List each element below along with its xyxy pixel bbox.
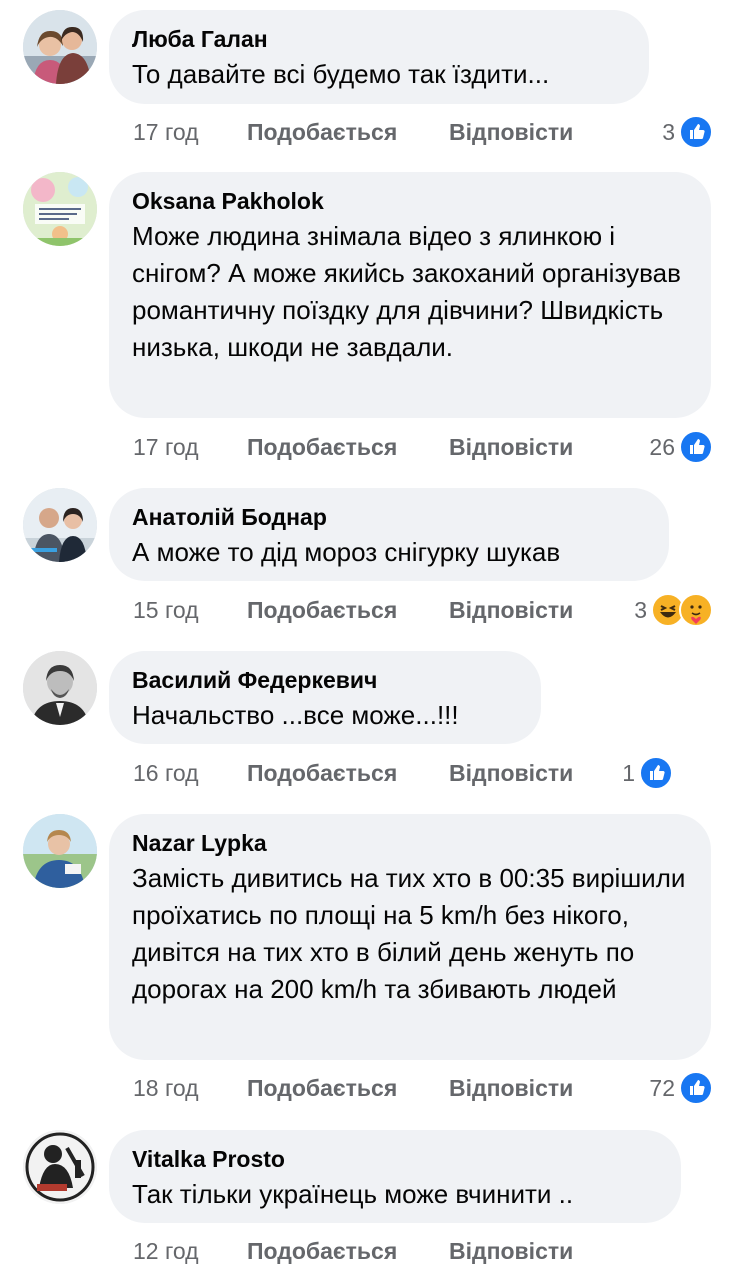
comment-text: То давайте всі будемо так їздити... xyxy=(132,59,550,89)
like-button[interactable]: Подобається xyxy=(247,115,397,149)
avatar[interactable] xyxy=(23,10,97,84)
comment-timestamp[interactable]: 18 год xyxy=(133,1071,199,1105)
reaction-summary[interactable]: 26 xyxy=(649,430,713,464)
reply-button[interactable]: Відповісти xyxy=(449,430,573,464)
comment-bubble: Oksana Pakholok Може людина знімала віде… xyxy=(109,172,711,418)
comment-timestamp[interactable]: 15 год xyxy=(133,593,199,627)
comment-text: Замість дивитись на тих хто в 00:35 вирі… xyxy=(132,863,686,1004)
reply-button[interactable]: Відповісти xyxy=(449,1234,573,1268)
reaction-summary[interactable]: 72 xyxy=(649,1071,713,1105)
reaction-summary[interactable]: 3 xyxy=(662,115,713,149)
comment-author[interactable]: Oksana Pakholok xyxy=(132,186,689,216)
comment-author[interactable]: Анатолій Боднар xyxy=(132,502,647,532)
avatar[interactable] xyxy=(23,814,97,888)
like-button[interactable]: Подобається xyxy=(247,593,397,627)
comment-timestamp[interactable]: 16 год xyxy=(133,756,199,790)
avatar[interactable] xyxy=(23,1130,97,1204)
comment-bubble: Vitalka Prosto Так тільки українець може… xyxy=(109,1130,681,1223)
reply-button[interactable]: Відповісти xyxy=(449,756,573,790)
comments-thread: Люба Галан То давайте всі будемо так їзд… xyxy=(0,0,733,1280)
like-icon xyxy=(679,115,713,149)
comment-author[interactable]: Vitalka Prosto xyxy=(132,1144,659,1174)
like-button[interactable]: Подобається xyxy=(247,1234,397,1268)
comment-bubble: Люба Галан То давайте всі будемо так їзд… xyxy=(109,10,649,104)
comment-author[interactable]: Люба Галан xyxy=(132,24,627,54)
avatar[interactable] xyxy=(23,172,97,246)
comment-timestamp[interactable]: 12 год xyxy=(133,1234,199,1268)
comment-text: А може то дід мороз снігурку шукав xyxy=(132,537,561,567)
comment-meta: 18 год Подобається Відповісти 72 xyxy=(133,1071,713,1105)
comment-meta: 17 год Подобається Відповісти 26 xyxy=(133,430,713,464)
care-icon xyxy=(679,593,713,627)
reaction-count: 3 xyxy=(634,597,647,623)
reply-button[interactable]: Відповісти xyxy=(449,115,573,149)
comment-bubble: Василий Федеркевич Начальство ...все мож… xyxy=(109,651,541,744)
like-button[interactable]: Подобається xyxy=(247,430,397,464)
like-icon xyxy=(679,1071,713,1105)
comment-author[interactable]: Василий Федеркевич xyxy=(132,665,519,695)
comment-author[interactable]: Nazar Lypka xyxy=(132,828,689,858)
comment-timestamp[interactable]: 17 год xyxy=(133,115,199,149)
reaction-count: 3 xyxy=(662,119,675,145)
comment-bubble: Nazar Lypka Замість дивитись на тих хто … xyxy=(109,814,711,1060)
reply-button[interactable]: Відповісти xyxy=(449,1071,573,1105)
comment-meta: 15 год Подобається Відповісти 3 xyxy=(133,593,713,627)
comment-text: Може людина знімала відео з ялинкою і сн… xyxy=(132,221,681,362)
comment-text: Так тільки українець може вчинити .. xyxy=(132,1179,574,1209)
reaction-summary[interactable]: 1 xyxy=(622,756,673,790)
reaction-count: 1 xyxy=(622,760,635,786)
comment-timestamp[interactable]: 17 год xyxy=(133,430,199,464)
comment-meta: 17 год Подобається Відповісти 3 xyxy=(133,115,713,149)
like-icon xyxy=(679,430,713,464)
like-icon xyxy=(639,756,673,790)
comment-meta: 16 год Подобається Відповісти 1 xyxy=(133,756,713,790)
reaction-count: 72 xyxy=(649,1075,675,1101)
comment-meta: 12 год Подобається Відповісти xyxy=(133,1234,713,1268)
avatar[interactable] xyxy=(23,488,97,562)
like-button[interactable]: Подобається xyxy=(247,1071,397,1105)
reaction-count: 26 xyxy=(649,434,675,460)
avatar[interactable] xyxy=(23,651,97,725)
comment-bubble: Анатолій Боднар А може то дід мороз сніг… xyxy=(109,488,669,581)
comment-text: Начальство ...все може...!!! xyxy=(132,700,459,730)
reaction-summary[interactable]: 3 xyxy=(634,593,713,627)
like-button[interactable]: Подобається xyxy=(247,756,397,790)
reply-button[interactable]: Відповісти xyxy=(449,593,573,627)
